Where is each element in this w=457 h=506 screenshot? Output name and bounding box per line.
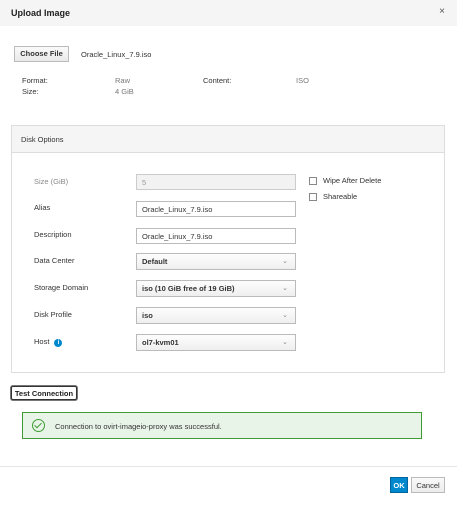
cancel-button[interactable]: Cancel xyxy=(411,477,445,493)
storage-domain-select[interactable]: iso (10 GiB free of 19 GiB) ⌄ xyxy=(136,280,296,297)
wipe-after-delete-label: Wipe After Delete xyxy=(323,176,382,185)
selected-file-name: Oracle_Linux_7.9.iso xyxy=(81,50,152,59)
dialog-header: Upload Image × xyxy=(0,0,457,26)
disk-profile-value: iso xyxy=(142,311,153,320)
footer-divider xyxy=(0,466,457,467)
host-select[interactable]: ol7-kvm01 ⌄ xyxy=(136,334,296,351)
data-center-select[interactable]: Default ⌄ xyxy=(136,253,296,270)
test-connection-button[interactable]: Test Connection xyxy=(11,386,77,400)
data-center-label: Data Center xyxy=(34,256,75,265)
close-icon[interactable]: × xyxy=(439,6,445,17)
data-center-value: Default xyxy=(142,257,168,266)
alias-field[interactable] xyxy=(136,201,296,217)
alert-message: Connection to ovirt-imageio-proxy was su… xyxy=(55,422,222,431)
alias-label: Alias xyxy=(34,203,51,212)
chevron-down-icon: ⌄ xyxy=(282,285,288,292)
disk-size-field xyxy=(136,174,296,190)
shareable-option[interactable]: Shareable xyxy=(309,192,358,202)
size-value: 4 GiB xyxy=(115,87,134,96)
disk-size-label: Size (GiB) xyxy=(34,177,69,186)
disk-options-header: Disk Options xyxy=(12,126,444,153)
disk-profile-label: Disk Profile xyxy=(34,310,72,319)
format-label: Format: xyxy=(22,76,48,85)
disk-profile-select[interactable]: iso ⌄ xyxy=(136,307,296,324)
host-label: Host xyxy=(34,337,50,346)
info-icon[interactable]: i xyxy=(54,339,63,347)
check-circle-icon xyxy=(32,419,45,432)
shareable-checkbox[interactable] xyxy=(309,193,317,202)
ok-button[interactable]: OK xyxy=(390,477,408,493)
content-value: ISO xyxy=(296,76,309,85)
host-label-row: Host i xyxy=(34,337,63,347)
description-label: Description xyxy=(34,230,72,239)
content-label: Content: xyxy=(203,76,232,85)
wipe-after-delete-option[interactable]: Wipe After Delete xyxy=(309,176,382,186)
storage-domain-label: Storage Domain xyxy=(34,283,89,292)
disk-options-panel: Disk Options Size (GiB) Alias Descriptio… xyxy=(11,125,445,373)
chevron-down-icon: ⌄ xyxy=(282,339,288,346)
chevron-down-icon: ⌄ xyxy=(282,312,288,319)
choose-file-button[interactable]: Choose File xyxy=(14,46,69,62)
shareable-label: Shareable xyxy=(323,192,358,201)
wipe-after-delete-checkbox[interactable] xyxy=(309,177,317,186)
chevron-down-icon: ⌄ xyxy=(282,258,288,265)
dialog-title: Upload Image xyxy=(11,8,71,18)
format-value: Raw xyxy=(115,76,131,85)
disk-options-title: Disk Options xyxy=(21,135,64,144)
size-label: Size: xyxy=(22,87,39,96)
host-value: ol7-kvm01 xyxy=(142,338,179,347)
storage-domain-value: iso (10 GiB free of 19 GiB) xyxy=(142,284,235,293)
description-field[interactable] xyxy=(136,228,296,244)
success-alert: Connection to ovirt-imageio-proxy was su… xyxy=(22,412,422,439)
